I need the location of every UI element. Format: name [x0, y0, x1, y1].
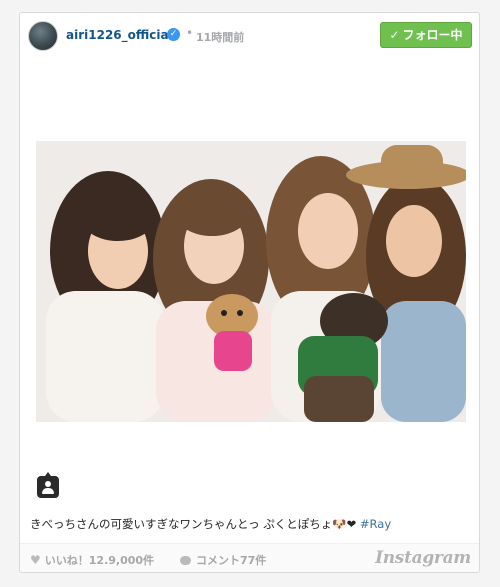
likes-label: いいね！12.9,000件 [44, 554, 155, 567]
verified-badge-icon: ✓ [167, 28, 180, 41]
likes-count[interactable]: ♥ いいね！12.9,000件 [30, 552, 154, 568]
comments-label: コメント77件 [196, 554, 267, 567]
caption-text: きべっちさんの可愛いすぎなワンちゃんとっ ぷくとぽちょ🐶❤ [30, 517, 360, 531]
comment-bubble-icon [180, 556, 191, 565]
comments-count[interactable]: コメント77件 [180, 552, 266, 568]
post-footer: ♥ いいね！12.9,000件 コメント77件 Instagram [20, 543, 479, 572]
instagram-post-card: airi1226_official ✓ • 11時間前 ✓ フォロー中 きべっち… [19, 12, 480, 573]
person-tag-icon[interactable] [37, 472, 59, 498]
post-caption: きべっちさんの可愛いすぎなワンちゃんとっ ぷくとぽちょ🐶❤ #Ray [30, 516, 470, 532]
heart-icon: ♥ [30, 553, 41, 567]
post-timestamp[interactable]: 11時間前 [196, 29, 244, 45]
post-header: airi1226_official ✓ • 11時間前 ✓ フォロー中 [20, 13, 479, 61]
hashtag-link[interactable]: #Ray [360, 517, 391, 531]
following-button-label: フォロー中 [402, 28, 463, 42]
profile-avatar[interactable] [28, 21, 58, 51]
group-photo-image [36, 141, 466, 422]
username-link[interactable]: airi1226_official [66, 28, 173, 42]
following-button[interactable]: ✓ フォロー中 [380, 22, 472, 48]
separator-dot: • [186, 26, 194, 40]
post-photo[interactable] [36, 141, 466, 422]
check-icon: ✓ [389, 28, 400, 42]
instagram-logo[interactable]: Instagram [375, 548, 471, 568]
